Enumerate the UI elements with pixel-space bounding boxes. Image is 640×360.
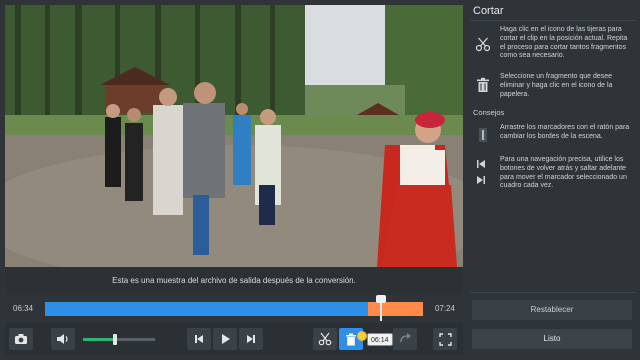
mouse-cursor-highlight — [357, 331, 367, 341]
drag-marker-icon — [479, 128, 487, 142]
reset-button[interactable]: Restablecer — [472, 300, 632, 320]
play-button[interactable] — [213, 328, 237, 350]
video-frame-image — [5, 5, 463, 267]
cut-panel: Cortar Haga clic en el icono de las tije… — [465, 0, 640, 360]
play-icon — [222, 334, 230, 344]
step-forward-icon — [477, 176, 485, 184]
scissors-icon — [318, 332, 332, 346]
tip-navigation-text: Para una navegación precisa, utilice los… — [500, 156, 627, 190]
selected-segment[interactable] — [45, 302, 368, 316]
end-time-label: 07:24 — [434, 304, 455, 313]
snapshot-button[interactable] — [9, 328, 33, 350]
trash-icon — [346, 333, 356, 345]
panel-title: Cortar — [473, 5, 504, 17]
fullscreen-button[interactable] — [433, 328, 457, 350]
previous-frame-button[interactable] — [187, 328, 211, 350]
playhead-marker[interactable] — [376, 295, 386, 321]
video-preview — [5, 5, 463, 267]
camera-icon — [15, 334, 27, 344]
title-divider — [470, 20, 635, 21]
tip-cut-text: Haga clic en el icono de las tijeras par… — [500, 26, 628, 60]
video-caption: Esta es una muestra del archivo de salid… — [5, 267, 463, 295]
skip-forward-icon — [247, 335, 255, 343]
scissors-icon — [475, 37, 491, 52]
buttons-divider — [470, 292, 635, 293]
fullscreen-icon — [438, 332, 452, 346]
speaker-icon — [57, 334, 68, 344]
tips-header: Consejos — [473, 108, 505, 117]
timeline-track[interactable] — [45, 295, 423, 321]
playhead-handle[interactable] — [376, 295, 386, 303]
redo-button[interactable] — [393, 328, 417, 350]
volume-level — [83, 338, 115, 341]
done-button[interactable]: Listo — [472, 329, 632, 349]
time-tooltip: 06:14 — [367, 333, 393, 346]
timeline: 06:34 07:24 — [5, 295, 463, 323]
skip-back-icon — [195, 335, 203, 343]
trash-icon — [477, 77, 489, 92]
redo-icon — [400, 333, 411, 343]
remaining-segment[interactable] — [368, 302, 423, 316]
tip-delete-text: Seleccione un fragmento que desee elimin… — [500, 73, 613, 98]
volume-knob[interactable] — [113, 334, 117, 345]
volume-slider[interactable] — [83, 334, 155, 345]
tip-drag-text: Arrastre los marcadores con el ratón par… — [500, 124, 630, 140]
playback-controls: 06:14 — [5, 323, 463, 355]
video-editor-window: Esta es una muestra del archivo de salid… — [0, 0, 640, 360]
step-back-icon — [477, 160, 485, 168]
mute-button[interactable] — [51, 328, 75, 350]
start-time-label: 06:34 — [13, 304, 34, 313]
next-frame-button[interactable] — [239, 328, 263, 350]
cut-button[interactable] — [313, 328, 337, 350]
